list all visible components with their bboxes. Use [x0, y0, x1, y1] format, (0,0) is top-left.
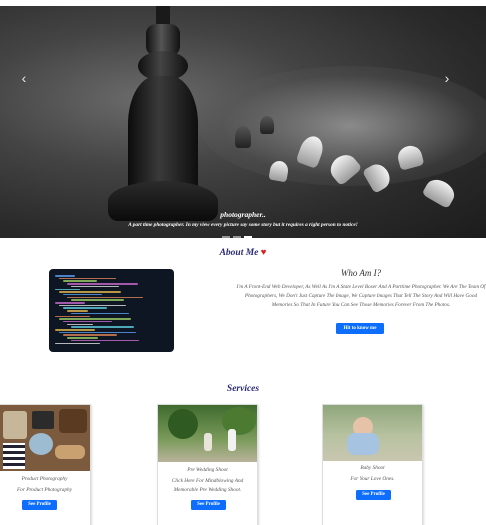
chess-king-body: [128, 76, 198, 196]
code-line: [55, 315, 90, 318]
code-line: [67, 310, 88, 312]
code-line: [63, 280, 97, 282]
card-text: Click Here For Mindblowing And Memorable…: [171, 478, 244, 493]
know-me-button[interactable]: Hit to know me: [336, 323, 384, 334]
code-line: [55, 288, 80, 291]
code-line: [71, 312, 129, 315]
code-line: [59, 291, 121, 293]
code-line: [67, 323, 93, 326]
card-text: For Your Love Ones.: [350, 476, 395, 482]
white-piece: [421, 174, 459, 210]
service-card-product: Product Photography For Product Photogra…: [0, 404, 91, 525]
card-title: Baby Shoot: [360, 465, 385, 471]
heart-icon: ♥: [260, 248, 267, 258]
code-line: [63, 334, 117, 336]
service-card-baby: Baby Shoot For Your Love Ones. See Profi…: [322, 404, 423, 525]
code-line: [71, 285, 119, 288]
code-line: [67, 296, 143, 299]
see-profile-button[interactable]: See Profile: [191, 500, 226, 510]
code-line: [55, 329, 95, 331]
code-line: [67, 283, 138, 285]
code-screen-image: [49, 269, 174, 352]
baby-photo-image: [323, 405, 422, 461]
carousel-indicator[interactable]: [222, 236, 230, 238]
see-profile-button[interactable]: See Profile: [22, 500, 57, 510]
carousel-indicators: [222, 236, 252, 238]
card-title: Pre Wedding Shoot: [187, 467, 228, 473]
services-heading: Services: [226, 384, 260, 394]
page: ‹ › photographer.. A part time photograp…: [0, 0, 486, 525]
about-heading-text: About Me: [219, 248, 259, 258]
product-photo-image: [0, 405, 90, 471]
see-profile-button[interactable]: See Profile: [356, 490, 391, 500]
black-piece: [235, 126, 251, 148]
about-title: Who Am I?: [340, 268, 382, 278]
card-text: For Product Photography: [16, 487, 73, 493]
wedding-photo-image: [158, 405, 257, 462]
hero-carousel: ‹ › photographer.. A part time photograp…: [0, 6, 486, 238]
code-line: [59, 277, 116, 280]
code-line: [71, 299, 124, 301]
code-line: [67, 337, 98, 339]
carousel-prev-icon[interactable]: ‹: [14, 68, 34, 88]
about-body: I'm A Front-End Web Developer, As Well A…: [236, 284, 486, 309]
service-card-wedding: Pre Wedding Shoot Click Here For Mindblo…: [157, 404, 258, 525]
hero-title: photographer..: [220, 210, 266, 219]
card-title: Product Photography: [21, 476, 68, 482]
carousel-indicator[interactable]: [244, 236, 252, 238]
code-line: [59, 304, 126, 307]
code-line: [71, 339, 139, 342]
hero-caption: A part time photographer. In my view eve…: [128, 222, 358, 228]
black-piece: [260, 116, 274, 134]
code-line: [55, 275, 75, 277]
carousel-indicator[interactable]: [233, 236, 241, 238]
code-line: [55, 342, 100, 345]
code-line: [55, 302, 85, 304]
code-line: [63, 307, 107, 309]
code-line: [59, 331, 136, 334]
code-line: [63, 320, 112, 323]
code-line: [59, 318, 131, 320]
code-line: [71, 326, 134, 328]
about-heading: About Me ♥: [0, 248, 486, 258]
carousel-next-icon[interactable]: ›: [437, 68, 457, 88]
code-line: [63, 293, 102, 296]
